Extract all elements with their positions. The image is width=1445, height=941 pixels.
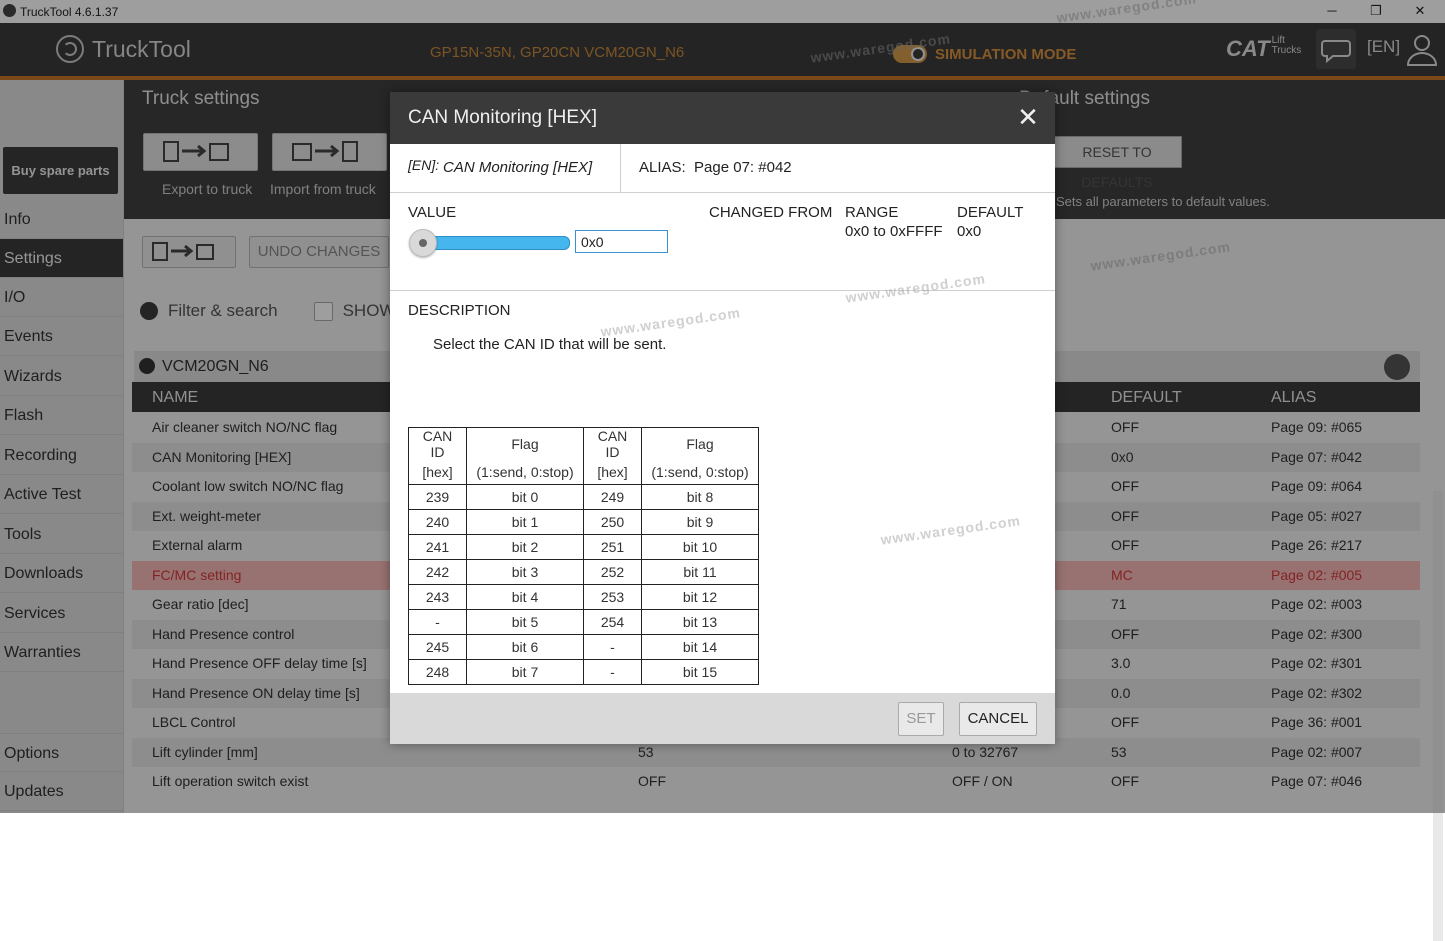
- language-tag: [EN]:: [408, 157, 440, 173]
- can-cell: bit 9: [641, 509, 759, 535]
- th-send-stop: (1:send, 0:stop): [641, 460, 759, 485]
- can-cell: bit 1: [466, 509, 584, 535]
- can-cell: bit 11: [641, 559, 759, 585]
- th-hex: [hex]: [408, 460, 467, 485]
- can-cell: -: [583, 634, 642, 660]
- cancel-button[interactable]: CANCEL: [959, 702, 1037, 736]
- can-cell: bit 4: [466, 584, 584, 610]
- dialog-close-icon[interactable]: ✕: [1015, 104, 1041, 130]
- header-divider: [620, 144, 621, 192]
- parameter-name: CAN Monitoring [HEX]: [443, 159, 593, 176]
- divider: [390, 192, 1055, 193]
- set-button[interactable]: SET: [898, 702, 944, 736]
- can-cell: 252: [583, 559, 642, 585]
- table-header-row: [hex] (1:send, 0:stop) [hex] (1:send, 0:…: [408, 460, 759, 485]
- can-cell: bit 12: [641, 584, 759, 610]
- can-row: - bit 5 254 bit 13: [408, 609, 759, 635]
- can-row: 242 bit 3 252 bit 11: [408, 559, 759, 585]
- alias: ALIAS: Page 07: #042: [639, 159, 792, 176]
- value-label: VALUE: [408, 204, 457, 221]
- table-header-row: CAN ID Flag CAN ID Flag: [408, 427, 759, 460]
- can-cell: 249: [583, 484, 642, 510]
- default-value: 0x0: [957, 223, 982, 240]
- default-label: DEFAULT: [957, 204, 1024, 221]
- can-cell: 248: [408, 659, 467, 685]
- dialog-footer: SET CANCEL: [390, 693, 1055, 744]
- can-cell: 253: [583, 584, 642, 610]
- can-row: 239 bit 0 249 bit 8: [408, 484, 759, 510]
- range-value: 0x0 to 0xFFFF: [845, 223, 943, 240]
- can-row: 243 bit 4 253 bit 12: [408, 584, 759, 610]
- divider: [390, 290, 1055, 291]
- can-cell: bit 13: [641, 609, 759, 635]
- can-row: 241 bit 2 251 bit 10: [408, 534, 759, 560]
- dialog-title: CAN Monitoring [HEX]: [408, 107, 598, 128]
- th-flag: Flag: [466, 427, 584, 460]
- can-cell: 242: [408, 559, 467, 585]
- can-row: 240 bit 1 250 bit 9: [408, 509, 759, 535]
- can-cell: bit 7: [466, 659, 584, 685]
- value-input[interactable]: [575, 230, 668, 253]
- can-id-table: CAN ID Flag CAN ID Flag [hex] (1:send, 0…: [408, 427, 759, 685]
- can-cell: bit 14: [641, 634, 759, 660]
- changed-from-label: CHANGED FROM: [709, 204, 833, 221]
- can-cell: 241: [408, 534, 467, 560]
- th-can-id: CAN ID: [408, 427, 467, 460]
- can-cell: 240: [408, 509, 467, 535]
- can-monitoring-dialog: CAN Monitoring [HEX] ✕ [EN]: CAN Monitor…: [390, 92, 1055, 744]
- can-cell: 250: [583, 509, 642, 535]
- can-row: 245 bit 6- bit 14: [408, 634, 759, 660]
- can-cell: 251: [583, 534, 642, 560]
- can-cell: 245: [408, 634, 467, 660]
- can-cell: 239: [408, 484, 467, 510]
- can-cell: bit 8: [641, 484, 759, 510]
- can-cell: -: [583, 659, 642, 685]
- description-text: Select the CAN ID that will be sent.: [433, 336, 667, 353]
- can-cell: bit 15: [641, 659, 759, 685]
- th-hex: [hex]: [583, 460, 642, 485]
- th-flag: Flag: [641, 427, 759, 460]
- can-cell: bit 10: [641, 534, 759, 560]
- can-cell: bit 5: [466, 609, 584, 635]
- value-slider-handle[interactable]: [409, 229, 437, 257]
- dialog-header: CAN Monitoring [HEX] ✕: [390, 92, 1055, 144]
- can-cell: bit 3: [466, 559, 584, 585]
- range-label: RANGE: [845, 204, 899, 221]
- can-cell: bit 2: [466, 534, 584, 560]
- alias-label: ALIAS:: [639, 159, 686, 176]
- can-cell: bit 6: [466, 634, 584, 660]
- th-send-stop: (1:send, 0:stop): [466, 460, 584, 485]
- th-can-id: CAN ID: [583, 427, 642, 460]
- can-row: 248 bit 7- bit 15: [408, 659, 759, 685]
- can-cell: 254: [583, 609, 642, 635]
- can-cell: bit 0: [466, 484, 584, 510]
- description-label: DESCRIPTION: [408, 302, 511, 319]
- can-cell: -: [408, 609, 467, 635]
- alias-value: Page 07: #042: [694, 159, 792, 176]
- can-cell: 243: [408, 584, 467, 610]
